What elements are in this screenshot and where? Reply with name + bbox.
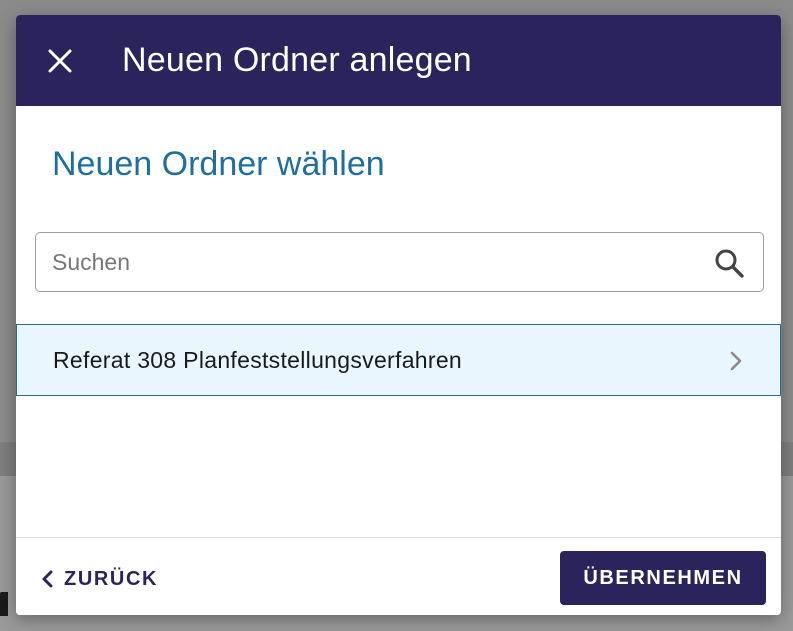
dialog-footer: ZURÜCK ÜBERNEHMEN <box>16 537 781 615</box>
search-input[interactable] <box>52 233 692 291</box>
new-folder-dialog: Neuen Ordner anlegen Neuen Ordner wählen… <box>16 15 781 615</box>
apply-button-label: ÜBERNEHMEN <box>583 566 743 589</box>
back-button-label: ZURÜCK <box>64 567 159 590</box>
close-icon <box>48 49 72 73</box>
apply-button[interactable]: ÜBERNEHMEN <box>560 551 766 605</box>
section-title: Neuen Ordner wählen <box>52 145 385 183</box>
search-field <box>35 232 764 292</box>
back-button[interactable]: ZURÜCK <box>40 562 158 596</box>
search-icon[interactable] <box>713 247 745 279</box>
chevron-right-icon <box>730 351 742 371</box>
folder-list-item[interactable]: Referat 308 Planfeststellungsverfahren <box>16 324 781 396</box>
close-button[interactable] <box>44 45 76 77</box>
background-fragment <box>0 592 8 616</box>
folder-label: Referat 308 Planfeststellungsverfahren <box>53 347 463 373</box>
dialog-header: Neuen Ordner anlegen <box>16 15 781 106</box>
dialog-title: Neuen Ordner anlegen <box>122 41 472 79</box>
chevron-left-icon <box>42 570 53 588</box>
